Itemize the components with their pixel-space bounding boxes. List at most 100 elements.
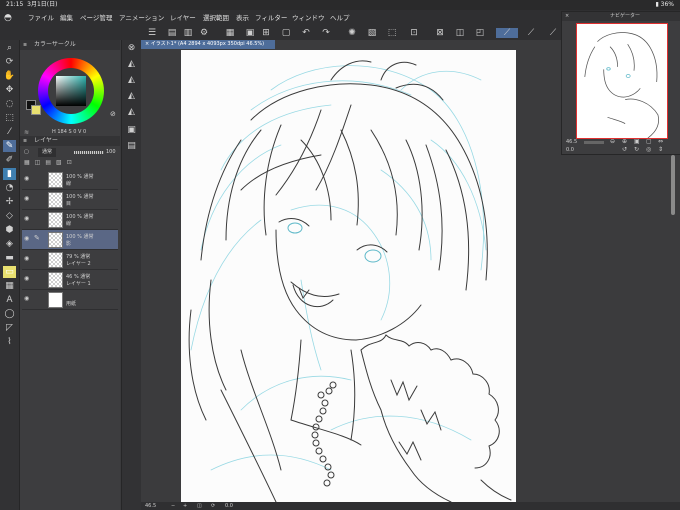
layer-property-icon[interactable]: ▣ xyxy=(125,124,138,136)
menu-page[interactable]: ページ管理 xyxy=(80,10,112,26)
export-icon[interactable]: ▣ xyxy=(244,28,256,38)
sub-tool-icon[interactable]: ◭ xyxy=(125,90,138,102)
select-all-icon[interactable]: ⬚ xyxy=(386,28,398,38)
eye-icon[interactable]: ◉ xyxy=(24,295,31,302)
blend-tool-icon[interactable]: ⬢ xyxy=(3,224,16,236)
navigator-zoom-value[interactable]: 46.5 xyxy=(566,139,577,145)
layer-lock-icon[interactable]: ▢ xyxy=(24,148,29,157)
zoom-in-icon[interactable]: + xyxy=(183,502,187,510)
layer-row[interactable]: ◉ 100 % 通常 目 xyxy=(22,190,118,210)
pencil-tool-icon[interactable]: ✐ xyxy=(3,154,16,166)
ruler-tool-icon[interactable]: ◸ xyxy=(3,322,16,334)
copy-icon[interactable]: ▢ xyxy=(280,28,292,38)
fill-tool-icon[interactable]: ◈ xyxy=(3,238,16,250)
rotate-tool-icon[interactable]: ⟳ xyxy=(3,56,16,68)
save-icon[interactable]: ▦ xyxy=(224,28,236,38)
zoom-in-icon[interactable]: ⊕ xyxy=(622,138,627,145)
pen-stabilizer-3-icon[interactable]: ⟋ xyxy=(544,28,562,38)
layer-lock-alpha-icon[interactable]: ▧ xyxy=(56,159,62,166)
deselect-icon[interactable]: ⊠ xyxy=(434,28,446,38)
app-logo-icon[interactable]: ◓ xyxy=(4,13,14,23)
navigator-angle-value[interactable]: 0.0 xyxy=(566,147,574,153)
menu-animation[interactable]: アニメーション xyxy=(119,10,164,26)
fit-screen-icon[interactable]: ▣ xyxy=(634,138,640,145)
layer-row-selected[interactable]: ◉ ✎ 100 % 通常 影 xyxy=(22,230,118,250)
menu-file[interactable]: ファイル xyxy=(28,10,54,26)
eyedropper-tool-icon[interactable]: ⁄ xyxy=(3,126,16,138)
rotate-left-icon[interactable]: ↺ xyxy=(622,146,627,153)
gradient-tool-icon[interactable]: ▬ xyxy=(3,252,16,264)
zoom-tool-icon[interactable]: ⌕ xyxy=(3,42,16,54)
eye-icon[interactable]: ◉ xyxy=(24,235,31,242)
flip-vertical-icon[interactable]: ⇕ xyxy=(658,146,663,153)
frame-tool-icon[interactable]: ▦ xyxy=(3,280,16,292)
eye-icon[interactable]: ◉ xyxy=(24,275,31,282)
angle-value[interactable]: 0.0 xyxy=(225,502,233,510)
airbrush-tool-icon[interactable]: ◔ xyxy=(3,182,16,194)
layer-row[interactable]: ◉ 46 % 通常 レイヤー 1 xyxy=(22,270,118,290)
invert-icon[interactable]: ◫ xyxy=(454,28,466,38)
pen-stabilizer-2-icon[interactable]: ⟋ xyxy=(520,28,542,38)
pen-stabilizer-1-icon[interactable]: ⟋ xyxy=(496,28,518,38)
saturation-value-square[interactable] xyxy=(56,76,86,106)
fit-icon[interactable]: ◫ xyxy=(197,502,202,510)
sub-color-swatch[interactable] xyxy=(31,105,41,115)
zoom-value[interactable]: 46.5 xyxy=(145,502,156,510)
decoration-tool-icon[interactable]: ✢ xyxy=(3,196,16,208)
menu-layer[interactable]: レイヤー xyxy=(170,10,196,26)
correct-line-tool-icon[interactable]: ⌇ xyxy=(3,336,16,348)
brush-tool-icon[interactable]: ▮ xyxy=(3,168,16,180)
document-tab[interactable]: × イラスト1* (A4 2894 x 4093px 350dpi 46.5%) xyxy=(141,40,275,49)
new-file-icon[interactable]: ▤ xyxy=(166,28,178,38)
material-icon[interactable]: ◭ xyxy=(125,106,138,118)
fill-icon[interactable]: ▧ xyxy=(366,28,378,38)
layer-row[interactable]: ◉ 79 % 通常 レイヤー 2 xyxy=(22,250,118,270)
reset-rotation-icon[interactable]: ◎ xyxy=(646,146,651,153)
layer-row[interactable]: ◉ 100 % 通常 線 xyxy=(22,170,118,190)
menu-selection[interactable]: 選択範囲 xyxy=(203,10,229,26)
color-mode-icon[interactable]: ≋ xyxy=(24,129,29,136)
canvas-paper[interactable] xyxy=(181,50,516,502)
zoom-out-icon[interactable]: − xyxy=(171,502,175,510)
navigator-preview[interactable] xyxy=(576,23,668,139)
eye-icon[interactable]: ◉ xyxy=(24,175,31,182)
blend-mode-select[interactable]: 通常 xyxy=(38,148,57,157)
balloon-tool-icon[interactable]: ◯ xyxy=(3,308,16,320)
open-file-icon[interactable]: ▥ xyxy=(182,28,194,38)
rotate-icon[interactable]: ⟳ xyxy=(211,502,215,510)
figure-tool-icon[interactable]: ▭ xyxy=(3,266,16,278)
hamburger-menu-icon[interactable]: ☰ xyxy=(146,28,158,38)
layer-ref-icon[interactable]: ◫ xyxy=(35,159,41,166)
zoom-out-icon[interactable]: ⊖ xyxy=(610,138,615,145)
close-icon[interactable]: × xyxy=(565,12,569,21)
eye-icon[interactable]: ◉ xyxy=(24,195,31,202)
pen-tool-icon[interactable]: ✎ xyxy=(3,140,16,152)
lasso-tool-icon[interactable]: ◌ xyxy=(3,98,16,110)
layer-row[interactable]: ◉ 用紙 xyxy=(22,290,118,310)
transform-icon[interactable]: ⊡ xyxy=(408,28,420,38)
rotate-right-icon[interactable]: ↻ xyxy=(634,146,639,153)
tool-property-icon[interactable]: ◭ xyxy=(125,58,138,70)
text-tool-icon[interactable]: A xyxy=(3,294,16,306)
move-tool-icon[interactable]: ✥ xyxy=(3,84,16,96)
select-tool-icon[interactable]: ⬚ xyxy=(3,112,16,124)
brush-size-icon[interactable]: ◭ xyxy=(125,74,138,86)
layer-draft-icon[interactable]: ▤ xyxy=(45,159,51,166)
redo-icon[interactable]: ↷ xyxy=(320,28,332,38)
eye-icon[interactable]: ◉ xyxy=(24,215,31,222)
flip-icon[interactable]: ⇔ xyxy=(658,138,663,145)
undo-icon[interactable]: ↶ xyxy=(300,28,312,38)
transparent-color-icon[interactable]: ⊘ xyxy=(110,110,116,118)
navigator-zoom-slider[interactable] xyxy=(584,141,604,144)
actual-size-icon[interactable]: ▢ xyxy=(646,138,652,145)
layer-mask-icon[interactable]: ⊡ xyxy=(67,159,72,166)
menu-view[interactable]: 表示 xyxy=(236,10,249,26)
hand-tool-icon[interactable]: ✋ xyxy=(3,70,16,82)
color-panel-header[interactable]: ▪ カラーサークル xyxy=(20,40,120,50)
menu-filter[interactable]: フィルター xyxy=(255,10,287,26)
eye-icon[interactable]: ◉ xyxy=(24,255,31,262)
menu-edit[interactable]: 編集 xyxy=(60,10,73,26)
crop-icon[interactable]: ◰ xyxy=(474,28,486,38)
layer-row[interactable]: ◉ 100 % 通常 線 xyxy=(22,210,118,230)
clear-icon[interactable]: ✺ xyxy=(346,28,358,38)
